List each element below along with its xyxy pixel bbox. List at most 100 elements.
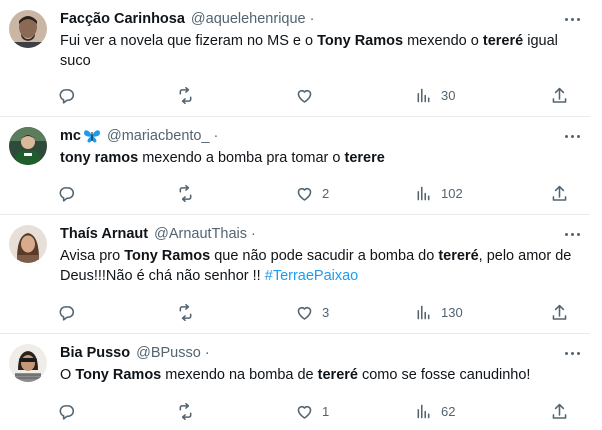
share-icon [552,403,567,419]
share-button[interactable] [550,300,569,324]
retweet-button[interactable] [176,300,195,324]
share-button[interactable] [550,83,569,107]
views-count: 62 [441,403,456,419]
author-name[interactable]: Thaís Arnaut [60,226,148,242]
views-icon [417,404,430,418]
text-segment: Avisa pro [60,248,125,264]
avatar[interactable] [9,10,47,48]
views-count: 102 [441,185,463,201]
butterfly-icon [83,130,100,143]
views-icon [417,305,430,319]
retweet-icon [179,402,192,420]
retweet-icon [179,184,192,202]
author-handle[interactable]: @ArnautThais [154,226,247,242]
reply-icon [59,88,74,104]
tweet-text: tony ramos mexendo a bomba pra tomar o t… [60,148,580,168]
tweet-header: Bia Pusso @BPusso · [60,343,210,363]
share-icon [552,87,567,103]
tweet-actions: 1 62 [50,399,580,423]
author-name[interactable]: mc [60,128,81,144]
highlighted-term: Tony Ramos [75,367,162,383]
tweet-actions: 2 102 [50,181,580,205]
share-button[interactable] [550,399,569,423]
views-button[interactable]: 102 [414,181,463,205]
like-button[interactable]: 3 [295,300,329,324]
reply-icon [59,404,74,420]
reply-button[interactable] [58,399,77,423]
text-segment: Fui ver a novela que fizeram no MS e o [60,33,318,49]
reply-button[interactable] [58,181,77,205]
views-icon [417,88,430,102]
views-icon [417,186,430,200]
tweet[interactable]: mc @mariacbento_ · tony ramos mexendo a … [0,117,590,215]
tweet-actions: 3 130 [50,300,580,324]
views-button[interactable]: 30 [414,83,455,107]
highlighted-term: Tony Ramos [124,248,211,264]
text-segment: O [60,367,76,383]
tweet-text: O Tony Ramos mexendo na bomba de tereré … [60,365,580,385]
views-count: 130 [441,304,463,320]
tweet-header: mc @mariacbento_ · [60,126,218,146]
tweet-header: Thaís Arnaut @ArnautThais · [60,224,256,244]
share-icon [552,304,567,320]
likes-count: 2 [322,185,330,201]
author-name[interactable]: Bia Pusso [60,345,130,361]
avatar[interactable] [9,344,47,382]
separator-dot: · [213,128,219,144]
retweet-button[interactable] [176,83,195,107]
reply-button[interactable] [58,83,77,107]
highlighted-term: Tony Ramos [317,33,404,49]
tweet-header: Facção Carinhosa @aquelehenrique · [60,9,314,29]
author-handle[interactable]: @mariacbento_ [107,128,210,144]
text-segment: mexendo a bomba pra tomar o [138,150,345,166]
tweet-actions: 30 [50,83,580,107]
reply-icon [59,305,74,321]
author-name[interactable]: Facção Carinhosa [60,11,185,27]
author-handle[interactable]: @aquelehenrique [191,11,306,27]
highlighted-term: tereré [482,33,524,49]
text-segment: mexendo o [403,33,483,49]
text-segment: que não pode sacudir a bomba do [210,248,439,264]
tweet-text: Avisa pro Tony Ramos que não pode sacudi… [60,246,580,286]
avatar[interactable] [9,127,47,165]
tweet-text: Fui ver a novela que fizeram no MS e o T… [60,31,580,71]
tweet[interactable]: Bia Pusso @BPusso · O Tony Ramos mexendo… [0,334,590,430]
share-button[interactable] [550,181,569,205]
avatar[interactable] [9,225,47,263]
likes-count: 3 [322,304,330,320]
tweet[interactable]: Thaís Arnaut @ArnautThais · Avisa pro To… [0,215,590,334]
views-button[interactable]: 62 [414,399,455,423]
retweet-button[interactable] [176,399,195,423]
tweet[interactable]: Facção Carinhosa @aquelehenrique · Fui v… [0,0,590,117]
retweet-icon [179,303,192,321]
hashtag-link[interactable]: #TerraePaixao [265,268,359,284]
separator-dot: · [251,226,256,242]
highlighted-term: tereré [317,367,358,383]
highlighted-term: tony ramos [60,150,139,166]
retweet-button[interactable] [176,181,195,205]
reply-button[interactable] [58,300,77,324]
highlighted-term: tereré [438,248,479,264]
like-button[interactable]: 2 [295,181,329,205]
separator-dot: · [204,345,210,361]
author-handle[interactable]: @BPusso [136,345,201,361]
text-segment: mexendo na bomba de [161,367,318,383]
heart-icon [297,405,312,419]
separator-dot: · [309,11,315,27]
like-button[interactable] [295,83,314,107]
heart-icon [297,187,312,201]
highlighted-term: terere [344,150,385,166]
views-button[interactable]: 130 [414,300,463,324]
text-segment: como se fosse canudinho! [357,367,531,383]
more-icon[interactable] [560,10,584,28]
more-icon[interactable] [560,127,584,145]
heart-icon [297,306,312,320]
heart-icon [297,89,312,103]
more-icon[interactable] [560,225,584,243]
views-count: 30 [441,87,456,103]
like-button[interactable]: 1 [295,399,329,423]
share-icon [552,185,567,201]
likes-count: 1 [322,403,330,419]
retweet-icon [179,86,192,104]
more-icon[interactable] [560,344,584,362]
